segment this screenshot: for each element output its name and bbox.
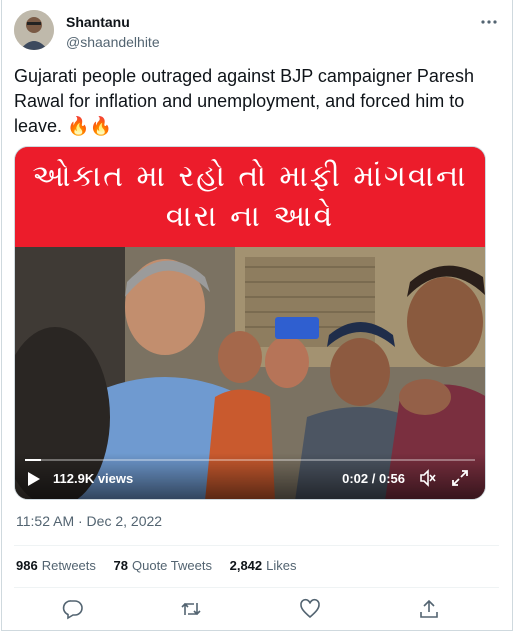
divider	[14, 545, 499, 546]
retweets-label: Retweets	[41, 558, 96, 573]
tweet-actions	[14, 598, 499, 622]
tweet-timestamp[interactable]: 11:52 AM · Dec 2, 2022	[16, 513, 162, 529]
video-controls: 112.9K views 0:02 / 0:56	[15, 453, 485, 499]
retweets-count: 986	[16, 558, 38, 573]
likes-count: 2,842	[229, 558, 263, 573]
likes-stat[interactable]: 2,842 Likes	[230, 558, 297, 573]
author-name[interactable]: Shantanu	[66, 14, 130, 30]
tweet-header: Shantanu @shaandelhite	[14, 10, 499, 54]
author-handle[interactable]: @shaandelhite	[66, 34, 160, 50]
tweet-text: Gujarati people outraged against BJP cam…	[14, 66, 474, 136]
banner-line-2: વારા ના આવે	[165, 199, 335, 234]
quotes-count: 78	[113, 558, 128, 573]
video-progress[interactable]	[25, 459, 475, 461]
retweet-icon[interactable]	[180, 598, 202, 620]
share-icon[interactable]	[418, 598, 440, 620]
video-banner: ઓકાત મા રહો તો માફી માંગવાના વારા ના આવે	[15, 147, 485, 247]
video-progress-fill	[25, 459, 42, 461]
play-icon[interactable]	[27, 471, 41, 487]
engagement-stats: 986 Retweets 78 Quote Tweets 2,842 Likes	[16, 558, 311, 573]
retweets-stat[interactable]: 986 Retweets	[16, 558, 96, 573]
likes-label: Likes	[266, 558, 297, 573]
mute-icon[interactable]	[419, 469, 437, 487]
quotes-label: Quote Tweets	[132, 558, 212, 573]
video-player[interactable]: ઓકાત મા રહો તો માફી માંગવાના વારા ના આવે	[14, 146, 486, 500]
video-time: 0:02 / 0:56	[342, 471, 405, 486]
banner-line-1: ઓકાત મા રહો તો માફી માંગવાના	[32, 159, 468, 194]
avatar[interactable]	[14, 10, 54, 50]
fullscreen-icon[interactable]	[451, 469, 469, 487]
more-icon[interactable]	[479, 12, 499, 32]
divider	[14, 587, 499, 588]
quote-tweets-stat[interactable]: 78 Quote Tweets	[114, 558, 212, 573]
view-count: 112.9K views	[53, 471, 134, 486]
like-icon[interactable]	[299, 598, 321, 620]
reply-icon[interactable]	[62, 598, 84, 620]
